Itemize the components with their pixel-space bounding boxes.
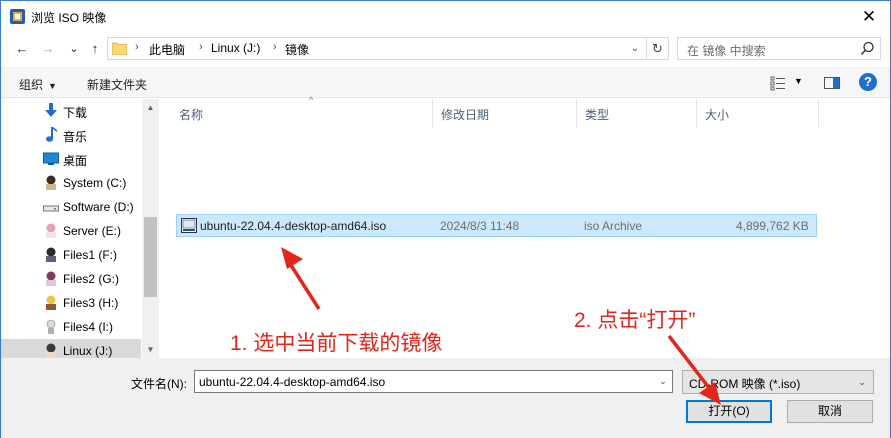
nav-item-music[interactable]: 音乐 [1, 123, 141, 147]
file-type: iso Archive [584, 219, 643, 233]
nav-item-label: Files4 (I:) [63, 320, 114, 334]
search-icon[interactable] [860, 41, 875, 56]
nav-item-files3-h[interactable]: Files3 (H:) [1, 291, 141, 315]
drive-avatar-icon [46, 319, 56, 334]
nav-pane-scrollbar[interactable]: ▲ ▼ [142, 99, 159, 358]
breadcrumb-linux-drive[interactable]: Linux (J:) [211, 41, 260, 55]
title-bar: 浏览 ISO 映像 ✕ [1, 1, 890, 32]
chevron-down-icon: ▼ [48, 81, 57, 91]
address-history-dropdown[interactable]: ⌄ [626, 39, 644, 58]
window-title: 浏览 ISO 映像 [31, 11, 107, 25]
nav-item-files4-i[interactable]: Files4 (I:) [1, 315, 141, 339]
nav-item-files1-f[interactable]: Files1 (F:) [1, 243, 141, 267]
open-button[interactable]: 打开(O) [686, 400, 772, 423]
filename-label: 文件名(N): [131, 377, 187, 391]
filename-value: ubuntu-22.04.4-desktop-amd64.iso [199, 375, 386, 389]
file-name: ubuntu-22.04.4-desktop-amd64.iso [200, 219, 387, 233]
cancel-button[interactable]: 取消 [787, 400, 873, 423]
nav-item-label: Server (E:) [63, 224, 122, 238]
scroll-up-button[interactable]: ▲ [142, 99, 159, 116]
nav-item-system-c[interactable]: System (C:) [1, 171, 141, 195]
file-size: 4,899,762 KB [736, 219, 809, 233]
chevron-down-icon: ⌄ [858, 377, 866, 387]
nav-item-label: Files3 (H:) [63, 296, 119, 310]
new-folder-button[interactable]: 新建文件夹 [87, 76, 147, 93]
dialog-footer: 文件名(N): ubuntu-22.04.4-desktop-amd64.iso… [1, 358, 890, 438]
breadcrumb-separator: › [135, 41, 139, 53]
desktop-icon [43, 152, 59, 165]
column-header-type[interactable]: 类型 [577, 99, 697, 127]
music-icon [46, 127, 57, 142]
navigation-pane: 下载 音乐 桌面 System (C:) Software (D:) Serve… [1, 99, 159, 358]
filename-input[interactable]: ubuntu-22.04.4-desktop-amd64.iso ⌄ [194, 370, 673, 393]
scroll-thumb[interactable] [144, 217, 157, 297]
iso-file-icon [181, 218, 197, 233]
nav-item-label: System (C:) [63, 176, 127, 190]
nav-item-label: 下载 [63, 106, 88, 120]
drive-icon [43, 205, 59, 212]
breadcrumb-images-folder[interactable]: 镜像 [285, 41, 309, 58]
search-placeholder: 在 镜像 中搜索 [687, 44, 766, 58]
annotation-step2: 2. 点击“打开” [574, 309, 696, 332]
breadcrumb-separator: › [199, 41, 203, 53]
nav-item-desktop[interactable]: 桌面 [1, 147, 141, 171]
drive-avatar-icon [46, 271, 56, 286]
organize-button[interactable]: 组织 ▼ [19, 76, 57, 93]
filter-value: CD-ROM 映像 (*.iso) [689, 377, 801, 391]
drive-avatar-icon [46, 343, 56, 358]
nav-item-files2-g[interactable]: Files2 (G:) [1, 267, 141, 291]
sort-ascending-icon: ^ [309, 95, 314, 105]
organize-label: 组织 [19, 78, 44, 92]
file-type-filter-select[interactable]: CD-ROM 映像 (*.iso) ⌄ [682, 370, 874, 394]
virtualbox-app-icon [10, 9, 25, 24]
back-button[interactable]: ← [12, 39, 32, 59]
nav-item-downloads[interactable]: 下载 [1, 99, 141, 123]
search-input[interactable]: 在 镜像 中搜索 [677, 37, 881, 60]
file-row[interactable]: ubuntu-22.04.4-desktop-amd64.iso 2024/8/… [176, 214, 817, 237]
view-dropdown-caret[interactable]: ▼ [794, 76, 803, 86]
scroll-down-button[interactable]: ▼ [142, 341, 159, 358]
drive-avatar-icon [46, 247, 56, 262]
file-list: 名称 ^ 修改日期 类型 大小 ubuntu-22.04.4-desktop-a… [161, 95, 890, 358]
help-icon[interactable]: ? [859, 73, 877, 91]
up-button[interactable]: ↑ [85, 39, 105, 59]
nav-item-label: Files2 (G:) [63, 272, 120, 286]
column-label: 名称 [179, 108, 204, 122]
drive-avatar-icon [46, 175, 56, 190]
column-label: 大小 [705, 108, 730, 122]
column-label: 类型 [585, 108, 610, 122]
column-label: 修改日期 [441, 108, 490, 122]
nav-item-server-e[interactable]: Server (E:) [1, 219, 141, 243]
folder-icon [112, 42, 127, 55]
drive-avatar-icon [46, 295, 56, 310]
nav-item-label: Files1 (F:) [63, 248, 117, 262]
command-toolbar: 组织 ▼ 新建文件夹 ▼ ? [1, 67, 890, 98]
nav-item-label: Software (D:) [63, 200, 134, 214]
annotation-step1: 1. 选中当前下载的镜像 [230, 332, 443, 355]
nav-item-label: 桌面 [63, 154, 88, 168]
nav-item-label: 音乐 [63, 130, 88, 144]
nav-item-software-d[interactable]: Software (D:) [1, 195, 141, 219]
view-options-icon[interactable] [769, 74, 787, 92]
breadcrumb-this-pc[interactable]: 此电脑 [149, 41, 185, 58]
column-header-modified[interactable]: 修改日期 [433, 99, 577, 127]
close-button[interactable]: ✕ [858, 6, 880, 28]
drive-avatar-icon [46, 223, 56, 238]
nav-item-label: Linux (J:) [63, 344, 113, 358]
column-header-size[interactable]: 大小 [697, 99, 819, 127]
browse-iso-dialog: 浏览 ISO 映像 ✕ ← → ⌄ ↑ › 此电脑 › Linux (J:) ›… [0, 0, 891, 438]
recent-locations-button[interactable]: ⌄ [64, 39, 84, 59]
breadcrumb-separator: › [273, 41, 277, 53]
preview-pane-icon[interactable] [823, 74, 841, 92]
refresh-button[interactable]: ↻ [646, 38, 668, 59]
column-header-name[interactable]: 名称 ^ [171, 95, 433, 127]
file-modified: 2024/8/3 11:48 [440, 219, 520, 233]
nav-item-linux-j[interactable]: Linux (J:) [1, 339, 141, 358]
address-bar[interactable]: › 此电脑 › Linux (J:) › 镜像 ⌄ ↻ [107, 37, 669, 60]
forward-button[interactable]: → [38, 39, 58, 59]
chevron-down-icon[interactable]: ⌄ [654, 371, 672, 392]
download-icon [45, 103, 57, 117]
